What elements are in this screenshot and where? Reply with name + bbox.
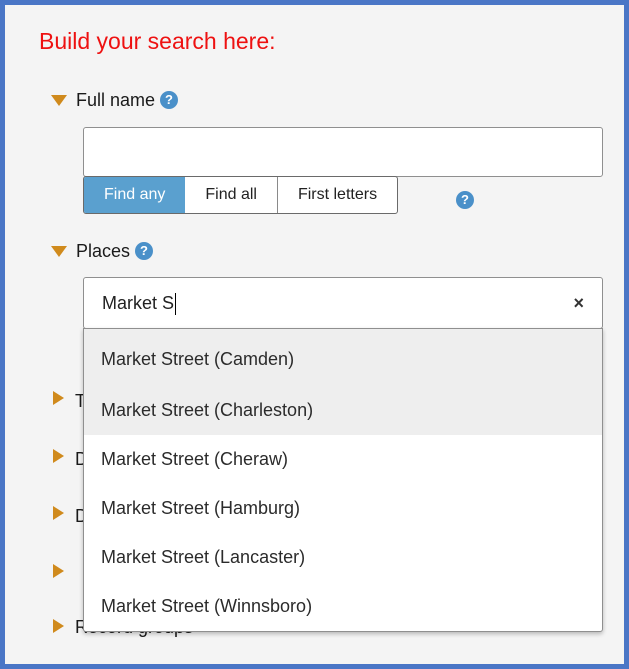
full-name-label: Full name	[76, 89, 156, 110]
full-name-section-toggle[interactable]: Full name ?	[51, 88, 179, 112]
help-icon[interactable]: ?	[160, 91, 179, 109]
collapsed-arrow-icon[interactable]	[53, 619, 64, 633]
clear-icon[interactable]: ×	[573, 278, 584, 328]
collapsed-arrow-icon[interactable]	[53, 564, 64, 578]
collapsed-arrow-icon[interactable]	[53, 391, 64, 405]
suggestion-item[interactable]: Market Street (Winnsboro)	[84, 582, 602, 631]
places-input[interactable]: Market S ×	[83, 277, 603, 329]
expanded-arrow-icon	[51, 94, 67, 106]
full-name-input[interactable]	[83, 127, 603, 177]
help-icon[interactable]: ?	[135, 242, 154, 260]
collapsed-arrow-icon[interactable]	[53, 449, 64, 463]
panel-title: Build your search here:	[39, 28, 276, 54]
places-suggestions-dropdown: Market Street (Camden) Market Street (Ch…	[83, 328, 603, 632]
suggestion-item[interactable]: Market Street (Camden)	[84, 329, 602, 386]
name-match-mode-group: Find any Find all First letters	[83, 176, 399, 214]
collapsed-arrow-icon[interactable]	[53, 506, 64, 520]
places-label: Places	[76, 240, 131, 261]
suggestion-item[interactable]: Market Street (Charleston)	[84, 386, 602, 435]
places-input-value: Market S	[102, 278, 177, 328]
first-letters-button[interactable]: First letters	[278, 177, 397, 213]
suggestion-item[interactable]: Market Street (Cheraw)	[84, 435, 602, 484]
find-any-button[interactable]: Find any	[84, 177, 186, 213]
search-builder-panel: Build your search here: Full name ? Find…	[0, 0, 629, 669]
places-section-toggle[interactable]: Places ?	[51, 239, 154, 263]
text-caret	[175, 293, 177, 316]
suggestion-item[interactable]: Market Street (Hamburg)	[84, 484, 602, 533]
find-all-button[interactable]: Find all	[185, 177, 278, 213]
expanded-arrow-icon	[51, 245, 67, 257]
match-mode-help-icon[interactable]: ?	[456, 191, 474, 209]
suggestion-item[interactable]: Market Street (Lancaster)	[84, 533, 602, 582]
